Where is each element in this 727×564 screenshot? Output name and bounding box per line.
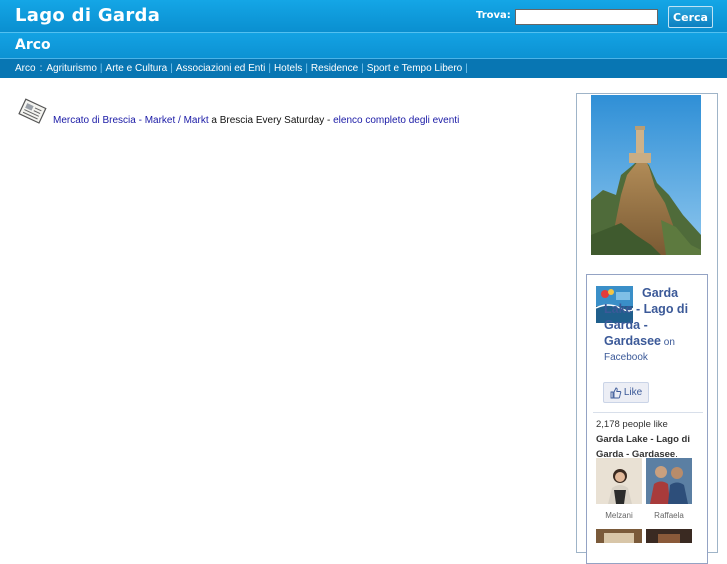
nav-item-hotels[interactable]: Hotels: [274, 63, 302, 74]
facebook-fan-avatar[interactable]: [646, 458, 692, 504]
all-events-link[interactable]: elenco completo degli eventi: [333, 115, 459, 126]
nav-item-sport[interactable]: Sport e Tempo Libero: [367, 63, 462, 74]
page-subtitle: Arco: [15, 37, 51, 53]
site-title[interactable]: Lago di Garda: [15, 5, 160, 26]
facebook-like-button[interactable]: Like: [603, 382, 649, 403]
nav-lead[interactable]: Arco: [15, 63, 36, 74]
facebook-fan-name[interactable]: Raffaela: [643, 511, 695, 520]
nav-separator: |: [268, 63, 271, 74]
facebook-on-text: on: [660, 337, 675, 348]
nav-lead-separator: :: [39, 63, 43, 74]
facebook-page-title[interactable]: Garda Lake - Lago di Garda - Gardasee on…: [604, 285, 702, 365]
facebook-fan-avatar[interactable]: [646, 529, 692, 543]
facebook-fan-avatar[interactable]: [596, 458, 642, 504]
facebook-fan-name[interactable]: Melzani: [593, 511, 645, 520]
nav-separator: |: [361, 63, 364, 74]
event-text: a Brescia Every Saturday -: [208, 115, 334, 126]
castle-photo[interactable]: [591, 95, 701, 255]
facebook-page-name[interactable]: Garda Lake - Lago di Garda - Gardasee: [604, 286, 688, 348]
category-navbar: Arco : Agriturismo | Arte e Cultura | Asso…: [0, 58, 727, 78]
facebook-like-box: Garda Lake - Lago di Garda - Gardasee on…: [586, 274, 708, 564]
event-line: Mercato di Brescia - Market / Markt a Br…: [53, 115, 459, 126]
nav-separator: |: [170, 63, 173, 74]
nav-item-associazioni[interactable]: Associazioni ed Enti: [176, 63, 266, 74]
event-link[interactable]: Mercato di Brescia - Market / Markt: [53, 115, 209, 126]
subheader: Arco: [0, 32, 727, 58]
facebook-fan-count: 2,178 people like Garda Lake - Lago di G…: [596, 417, 704, 462]
facebook-like-label: Like: [623, 387, 643, 398]
search-input[interactable]: [515, 9, 658, 25]
nav-separator: |: [465, 63, 468, 74]
category-nav-list: Arco : Agriturismo | Arte e Cultura | Asso…: [15, 63, 471, 74]
nav-item-arte-e-cultura[interactable]: Arte e Cultura: [106, 63, 168, 74]
thumbs-up-icon: [610, 387, 622, 398]
nav-separator: |: [305, 63, 308, 74]
newspaper-icon: [18, 98, 47, 124]
search-label: Trova:: [476, 10, 511, 21]
search-button[interactable]: Cerca: [668, 6, 713, 28]
sidebar: Garda Lake - Lago di Garda - Gardasee on…: [576, 93, 718, 564]
nav-item-residence[interactable]: Residence: [311, 63, 358, 74]
facebook-divider: [593, 412, 703, 413]
nav-item-agriturismo[interactable]: Agriturismo: [46, 63, 97, 74]
facebook-count-text: 2,178 people like: [596, 419, 668, 430]
site-header: Lago di Garda Trova: Cerca: [0, 0, 727, 32]
facebook-fan-avatar[interactable]: [596, 529, 642, 543]
nav-separator: |: [99, 63, 103, 74]
facebook-brand-link[interactable]: Facebook: [604, 351, 702, 365]
